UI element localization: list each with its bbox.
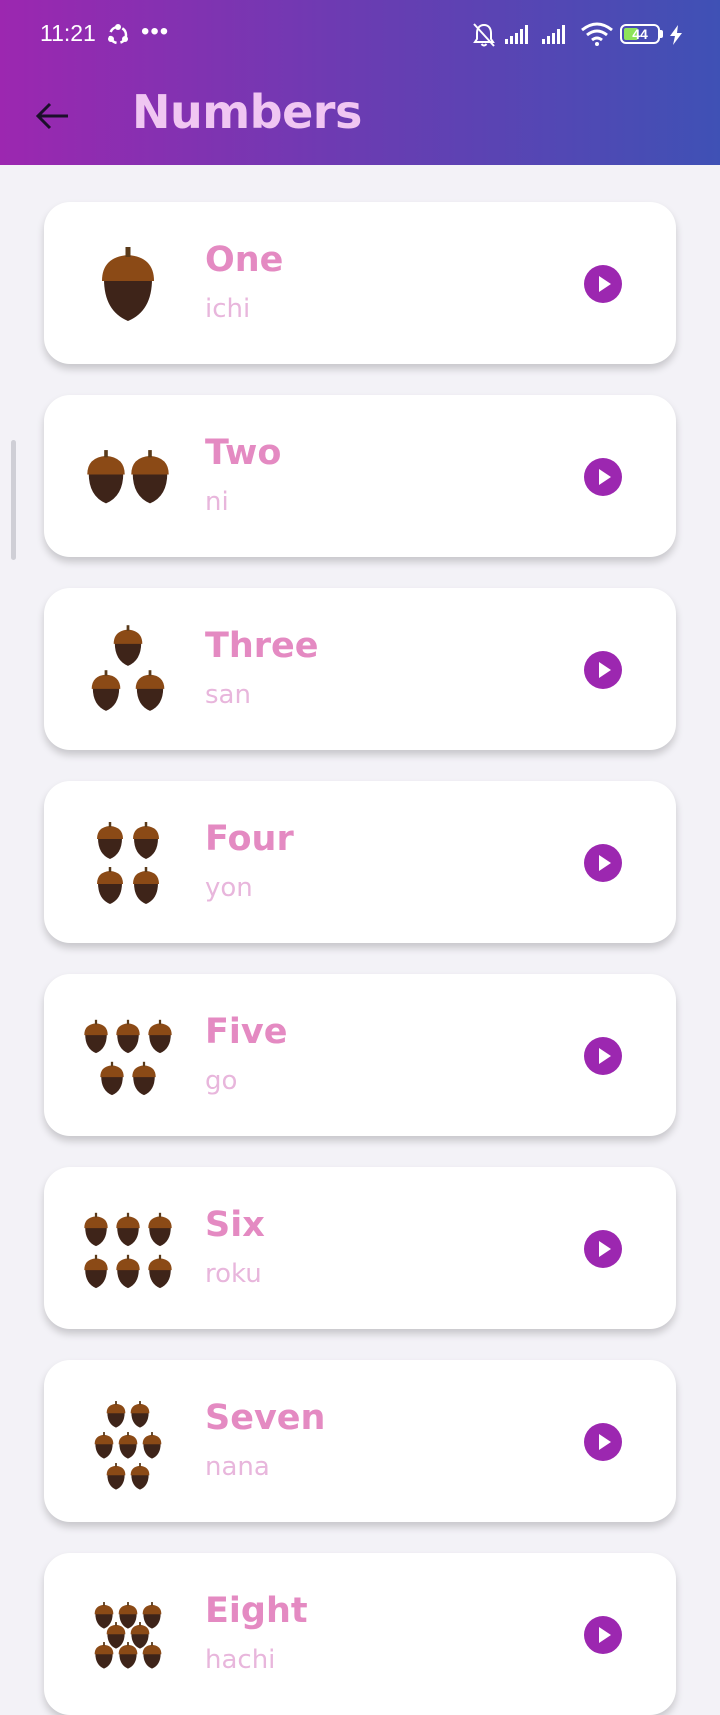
signal-icon (505, 25, 528, 44)
app-bar: 11:21 ••• 44 Numbers (0, 0, 720, 165)
number-translation: yon (205, 873, 253, 903)
status-bar: 11:21 ••• 44 (0, 0, 720, 72)
number-translation: nana (205, 1452, 270, 1482)
acorn-count-illustration (94, 1602, 162, 1669)
acorn-icon (133, 822, 159, 859)
acorn-icon (94, 1642, 114, 1669)
number-word: Five (205, 1012, 288, 1052)
acorn-icon (94, 1432, 114, 1459)
acorn-count-illustration (87, 450, 169, 504)
acorn-count-illustration (91, 625, 165, 711)
play-icon (599, 1627, 611, 1643)
signal-icon (542, 25, 565, 44)
acorn-icon (130, 1463, 150, 1490)
play-icon (599, 469, 611, 485)
number-translation: ichi (205, 294, 251, 324)
number-translation: ni (205, 487, 229, 517)
number-translation: hachi (205, 1645, 276, 1675)
acorn-icon (132, 1061, 156, 1096)
number-word: One (205, 240, 284, 280)
acorn-icon (113, 625, 143, 666)
status-time: 11:21 (40, 20, 96, 46)
acorn-icon (84, 1019, 108, 1054)
acorn-icon (148, 1019, 172, 1054)
acorn-icon (116, 1254, 140, 1289)
battery-level: 44 (632, 26, 648, 42)
battery-icon: 44 (620, 24, 660, 44)
number-card[interactable]: Four yon (44, 781, 676, 943)
acorn-icon (133, 867, 159, 904)
number-card[interactable]: Two ni (44, 395, 676, 557)
acorn-icon (94, 1602, 114, 1629)
acorn-icon (142, 1602, 162, 1629)
acorn-icon (84, 1254, 108, 1289)
acorn-count-illustration (94, 1401, 162, 1490)
more-notifications-icon: ••• (141, 18, 170, 45)
play-button[interactable] (584, 844, 622, 882)
number-card[interactable]: Three san (44, 588, 676, 750)
play-icon (599, 1048, 611, 1064)
acorn-icon (106, 1622, 126, 1649)
acorn-icon (106, 1463, 126, 1490)
number-translation: roku (205, 1259, 262, 1289)
acorn-icon (118, 1642, 138, 1669)
play-button[interactable] (584, 1230, 622, 1268)
number-word: Eight (205, 1591, 308, 1631)
number-translation: go (205, 1066, 238, 1096)
acorn-icon (118, 1602, 138, 1629)
number-word: Four (205, 819, 294, 859)
acorn-count-illustration (97, 822, 159, 904)
acorn-icon (97, 867, 123, 904)
acorn-icon (142, 1432, 162, 1459)
play-button[interactable] (584, 1423, 622, 1461)
play-button[interactable] (584, 1616, 622, 1654)
bell-muted-icon (473, 23, 495, 47)
number-card[interactable]: Five go (44, 974, 676, 1136)
acorn-icon (116, 1019, 140, 1054)
acorn-icon (135, 670, 165, 711)
acorn-icon (106, 1401, 126, 1428)
acorn-icon (142, 1642, 162, 1669)
acorn-icon (148, 1212, 172, 1247)
play-icon (599, 1434, 611, 1450)
play-icon (599, 855, 611, 871)
number-word: Three (205, 626, 319, 666)
number-translation: san (205, 680, 251, 710)
play-button[interactable] (584, 458, 622, 496)
acorn-icon (130, 1401, 150, 1428)
arrow-back-icon[interactable] (30, 94, 74, 138)
acorn-count-illustration (84, 1019, 172, 1096)
acorn-icon (148, 1254, 172, 1289)
play-button[interactable] (584, 651, 622, 689)
play-icon (599, 276, 611, 292)
acorn-icon (116, 1212, 140, 1247)
number-word: Two (205, 433, 282, 473)
wifi-icon (581, 22, 613, 46)
scrollbar[interactable] (11, 440, 16, 560)
number-card[interactable]: One ichi (44, 202, 676, 364)
acorn-icon (131, 450, 169, 504)
play-icon (599, 662, 611, 678)
acorn-icon (97, 822, 123, 859)
number-card[interactable]: Seven nana (44, 1360, 676, 1522)
acorn-count-illustration (102, 247, 154, 321)
number-word: Seven (205, 1398, 326, 1438)
play-icon (599, 1241, 611, 1257)
page-title: Numbers (132, 85, 362, 139)
acorn-icon (91, 670, 121, 711)
acorn-icon (87, 450, 125, 504)
acorn-icon (100, 1061, 124, 1096)
number-word: Six (205, 1205, 265, 1245)
play-button[interactable] (584, 265, 622, 303)
acorn-icon (130, 1622, 150, 1649)
number-card[interactable]: Six roku (44, 1167, 676, 1329)
acorn-icon (102, 247, 154, 321)
sync-icon (108, 24, 128, 45)
acorn-count-illustration (84, 1212, 172, 1289)
acorn-icon (84, 1212, 108, 1247)
acorn-icon (118, 1432, 138, 1459)
play-button[interactable] (584, 1037, 622, 1075)
charging-bolt-icon (670, 25, 682, 45)
number-card[interactable]: Eight hachi (44, 1553, 676, 1715)
